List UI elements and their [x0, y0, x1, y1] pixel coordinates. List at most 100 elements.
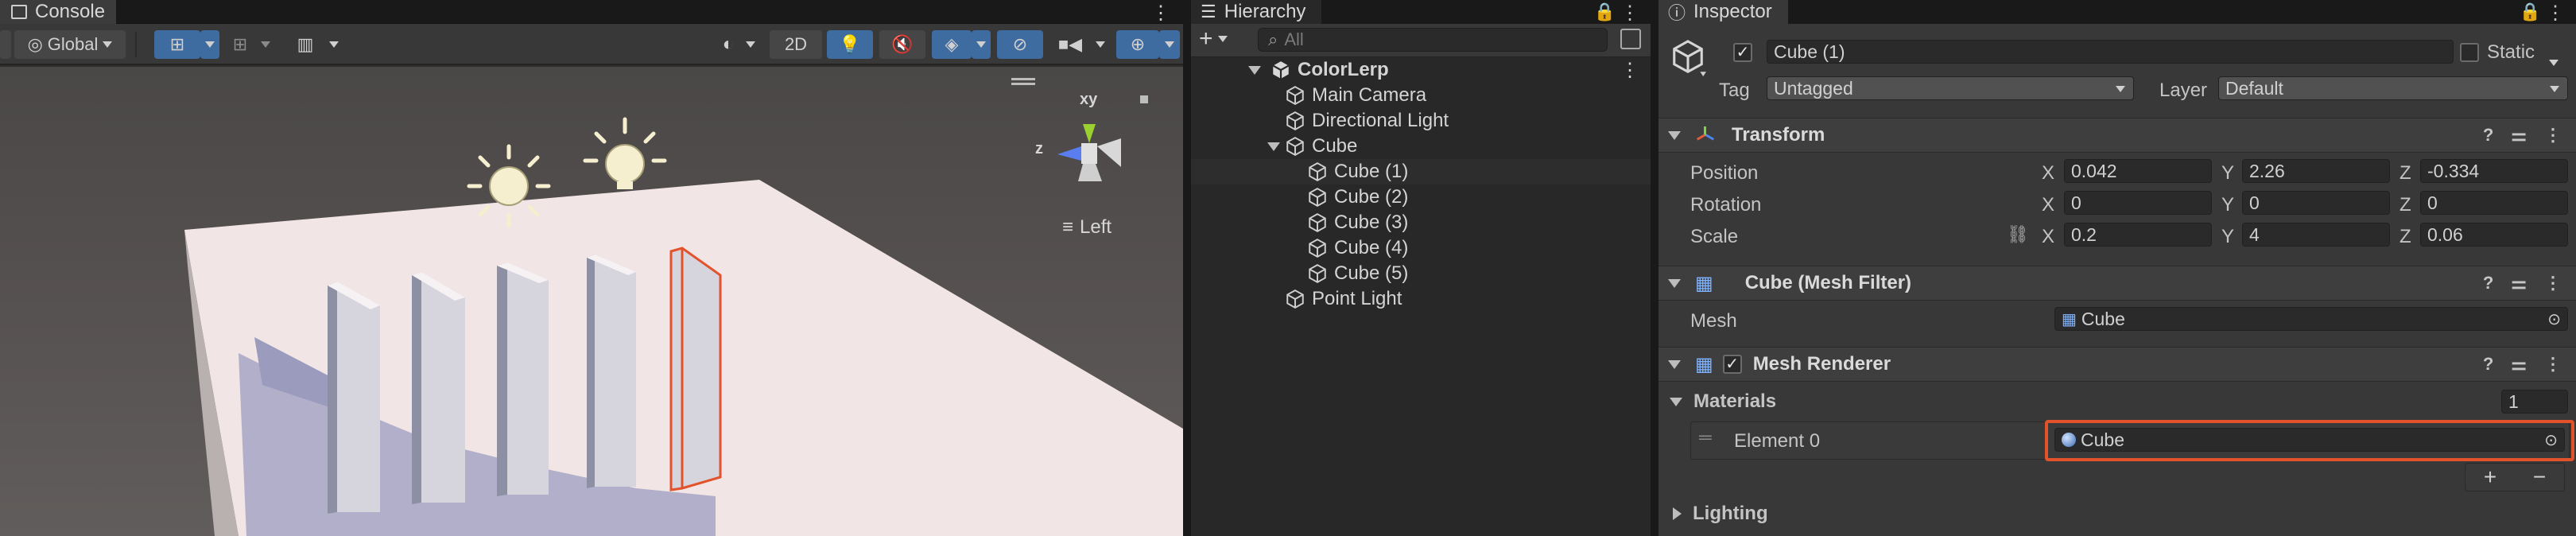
scene-viewport[interactable]: xy z ≡ Left [0, 67, 1183, 536]
hierarchy-item-cube-2[interactable]: Cube (2) [1191, 184, 1651, 210]
mesh-renderer-header[interactable]: ▦ ✓ Mesh Renderer ? ⚌ ⋮ [1658, 347, 2576, 382]
hierarchy-search-input[interactable]: ⌕ All [1258, 28, 1608, 52]
help-icon[interactable]: ? [2483, 354, 2493, 375]
add-element-button[interactable]: + [2484, 464, 2496, 490]
lock-icon[interactable]: 🔒 [1594, 2, 1616, 22]
hierarchy-item-cube-4[interactable]: Cube (4) [1191, 235, 1651, 261]
effects-dropdown[interactable] [972, 30, 991, 59]
drag-handle-icon[interactable]: ═ [1699, 427, 1712, 448]
object-name-field[interactable]: Cube (1) [1767, 40, 2454, 64]
camera-settings-dropdown[interactable] [1091, 30, 1110, 59]
hierarchy-item-point-light[interactable]: Point Light [1191, 286, 1651, 312]
layer-dropdown[interactable]: Default [2218, 76, 2568, 100]
object-picker-icon[interactable]: ⊙ [2547, 309, 2561, 329]
position-y-field[interactable]: 2.26 [2242, 159, 2390, 183]
mesh-object-field[interactable]: ▦ Cube ⊙ [2054, 307, 2568, 331]
chevron-down-icon [2549, 60, 2559, 66]
audio-toggle-button[interactable]: 🔇 [879, 30, 925, 59]
active-checkbox[interactable]: ✓ [1733, 43, 1752, 62]
preset-sliders-icon[interactable]: ⚌ [2511, 273, 2527, 293]
lock-icon[interactable]: 🔒 [2520, 2, 2541, 22]
rotation-label: Rotation [1690, 194, 1762, 216]
scene-visibility-button[interactable]: ⊘ [997, 30, 1043, 59]
toggle-2d-label: 2D [784, 34, 808, 54]
toggle-2d-button[interactable]: 2D [770, 30, 822, 59]
link-scale-icon[interactable]: ⛓ [2007, 224, 2029, 245]
component-header-icons: ? ⚌ ⋮ [2483, 125, 2562, 146]
cube-icon [1286, 137, 1304, 156]
hierarchy-item-colorlerp[interactable]: ColorLerp ⋮ [1191, 57, 1651, 83]
help-icon[interactable]: ? [2483, 125, 2493, 146]
console-icon [11, 5, 27, 19]
more-menu-icon[interactable]: ⋮ [1620, 2, 1639, 25]
hierarchy-item-cube-3[interactable]: Cube (3) [1191, 210, 1651, 235]
scale-x-field[interactable]: 0.2 [2064, 223, 2212, 247]
object-name-value: Cube (1) [1774, 41, 1845, 62]
tab-hierarchy[interactable]: ☰ Hierarchy [1191, 0, 1322, 24]
static-checkbox[interactable] [2460, 43, 2479, 62]
chevron-down-icon [2550, 86, 2559, 92]
hierarchy-item-label: Directional Light [1312, 110, 1449, 131]
lighting-toggle-button[interactable]: 💡 [827, 30, 873, 59]
rotation-y-field[interactable]: 0 [2242, 191, 2390, 215]
more-menu-icon[interactable]: ⋮ [1151, 2, 1170, 25]
grid-visibility-dropdown[interactable] [324, 30, 343, 59]
shading-sphere-icon: ◐ [722, 33, 735, 55]
create-button[interactable]: + [1199, 25, 1228, 52]
cube-icon [1309, 264, 1326, 283]
search-scene-icon[interactable] [1620, 29, 1641, 49]
orientation-gizmo[interactable] [1057, 95, 1148, 181]
hierarchy-item-label: Cube (2) [1334, 186, 1409, 208]
transform-header[interactable]: Transform ? ⚌ ⋮ [1658, 118, 2576, 153]
gameobject-cube-icon[interactable] [1670, 38, 1706, 78]
gizmos-dropdown[interactable] [1159, 30, 1180, 59]
shading-mode-dropdown[interactable] [741, 30, 760, 59]
pivot-rotation-dropdown[interactable]: ◎ Global [14, 30, 126, 59]
hierarchy-panel: ☰ Hierarchy 🔒 ⋮ + ⌕ All ColorLerp ⋮ Main… [1188, 0, 1651, 536]
increment-snap-button[interactable]: ⊞ [224, 30, 256, 59]
mesh-renderer-enabled-checkbox[interactable]: ✓ [1722, 355, 1742, 374]
static-dropdown[interactable] [2549, 49, 2559, 72]
more-menu-icon[interactable]: ⋮ [1620, 59, 1639, 82]
gizmos-button[interactable]: ⊕ [1116, 30, 1159, 59]
materials-foldout[interactable]: Materials [1658, 388, 2576, 415]
mesh-grid-icon: ▦ [2062, 310, 2077, 328]
scale-y-field[interactable]: 4 [2242, 223, 2390, 247]
more-menu-icon[interactable]: ⋮ [2546, 2, 2565, 25]
preset-sliders-icon[interactable]: ⚌ [2511, 125, 2527, 146]
rotation-x-field[interactable]: 0 [2064, 191, 2212, 215]
tab-inspector[interactable]: ⓘ Inspector [1658, 0, 1788, 24]
grid-visibility-button[interactable]: ▥ [285, 30, 326, 59]
increment-snap-dropdown[interactable] [256, 30, 275, 59]
grid-snap-button[interactable]: ⊞ [154, 30, 200, 59]
more-menu-icon[interactable]: ⋮ [2544, 273, 2562, 293]
hierarchy-item-cube[interactable]: Cube [1191, 134, 1651, 159]
tag-dropdown[interactable]: Untagged [1767, 76, 2134, 100]
mesh-filter-header[interactable]: ▦ Cube (Mesh Filter) ? ⚌ ⋮ [1658, 266, 2576, 301]
grid-snap-dropdown[interactable] [200, 30, 219, 59]
more-menu-icon[interactable]: ⋮ [2544, 125, 2562, 146]
camera-settings-button[interactable]: ■◀ [1049, 30, 1091, 59]
hierarchy-item-cube-1[interactable]: Cube (1) [1191, 159, 1651, 184]
preset-sliders-icon[interactable]: ⚌ [2511, 354, 2527, 375]
materials-size-field[interactable]: 1 [2501, 390, 2568, 414]
position-x-field[interactable]: 0.042 [2064, 159, 2212, 183]
position-y-value: 2.26 [2249, 160, 2285, 181]
hierarchy-item-main-camera[interactable]: Main Camera [1191, 83, 1651, 108]
help-icon[interactable]: ? [2483, 273, 2493, 293]
more-menu-icon[interactable]: ⋮ [2544, 354, 2562, 375]
hierarchy-item-cube-5[interactable]: Cube (5) [1191, 261, 1651, 286]
chevron-down-icon [329, 41, 339, 48]
remove-element-button[interactable]: − [2533, 464, 2546, 490]
chevron-down-icon [1096, 41, 1105, 48]
scale-z-field[interactable]: 0.06 [2420, 223, 2568, 247]
lighting-foldout[interactable]: Lighting [1658, 498, 2576, 530]
tab-console[interactable]: Console [0, 0, 117, 24]
effects-toggle-button[interactable]: ◈ [932, 30, 972, 59]
static-label: Static [2487, 41, 2535, 63]
hierarchy-item-directional-light[interactable]: Directional Light [1191, 108, 1651, 134]
axis-y-label: Y [2221, 194, 2235, 216]
position-z-field[interactable]: -0.334 [2420, 159, 2568, 183]
rotation-z-field[interactable]: 0 [2420, 191, 2568, 215]
view-orientation[interactable]: ≡ Left [1062, 216, 1111, 239]
